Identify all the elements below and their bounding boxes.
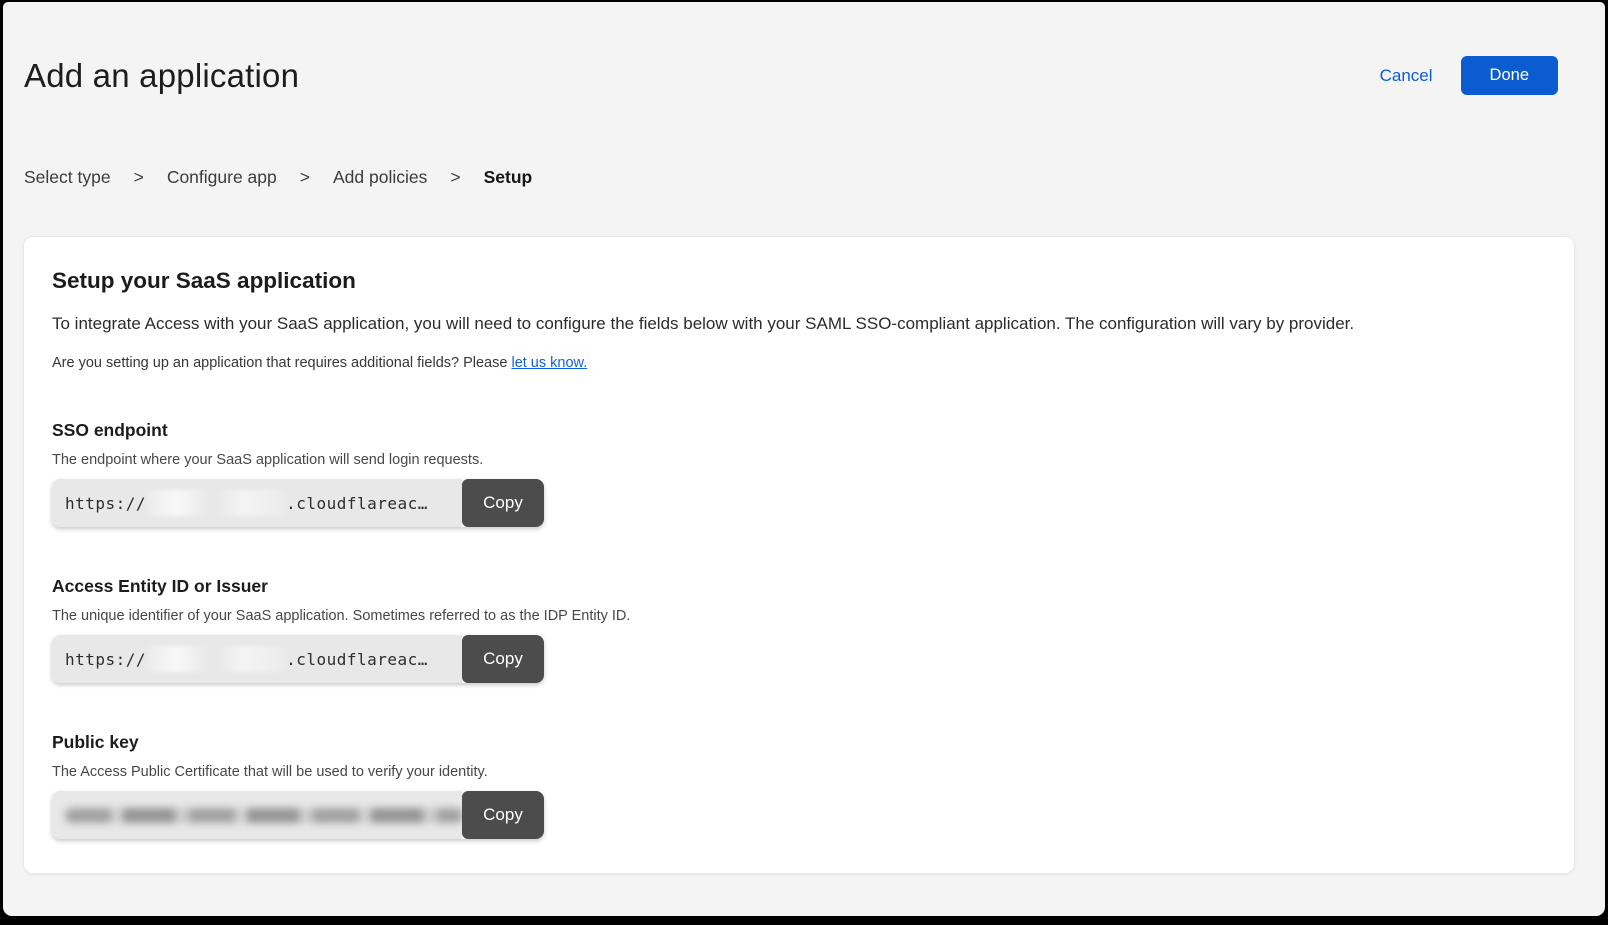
cancel-button[interactable]: Cancel xyxy=(1380,66,1433,86)
card-note: Are you setting up an application that r… xyxy=(52,355,1546,371)
note-text: Are you setting up an application that r… xyxy=(52,355,511,371)
breadcrumb: Select type > Configure app > Add polici… xyxy=(3,167,1605,188)
breadcrumb-step-select-type[interactable]: Select type xyxy=(24,167,111,188)
app-window: Add an application Cancel Done Select ty… xyxy=(3,2,1605,916)
url-prefix: https:// xyxy=(65,494,146,513)
section-description: The unique identifier of your SaaS appli… xyxy=(52,608,1546,624)
sso-endpoint-section: SSO endpoint The endpoint where your Saa… xyxy=(52,420,1546,527)
redacted-subdomain-blur xyxy=(147,646,285,672)
section-label: SSO endpoint xyxy=(52,420,1546,441)
setup-card: Setup your SaaS application To integrate… xyxy=(23,236,1575,874)
access-entity-id-section: Access Entity ID or Issuer The unique id… xyxy=(52,576,1546,683)
public-key-field-row: Copy xyxy=(52,791,544,839)
public-key-section: Public key The Access Public Certificate… xyxy=(52,732,1546,839)
breadcrumb-separator: > xyxy=(134,167,144,188)
let-us-know-link[interactable]: let us know. xyxy=(511,355,587,371)
breadcrumb-step-configure-app[interactable]: Configure app xyxy=(167,167,277,188)
url-suffix: .cloudflareac… xyxy=(286,650,428,669)
card-heading: Setup your SaaS application xyxy=(52,268,1546,294)
breadcrumb-separator: > xyxy=(450,167,460,188)
section-description: The Access Public Certificate that will … xyxy=(52,764,1546,780)
section-label: Public key xyxy=(52,732,1546,753)
breadcrumb-separator: > xyxy=(300,167,310,188)
redacted-public-key-blur xyxy=(65,808,462,823)
copy-button[interactable]: Copy xyxy=(462,635,544,683)
access-entity-id-field-row: https:// .cloudflareac… Copy xyxy=(52,635,544,683)
url-suffix: .cloudflareac… xyxy=(286,494,428,513)
sso-endpoint-field-row: https:// .cloudflareac… Copy xyxy=(52,479,544,527)
url-prefix: https:// xyxy=(65,650,146,669)
section-description: The endpoint where your SaaS application… xyxy=(52,452,1546,468)
breadcrumb-step-setup: Setup xyxy=(484,167,533,188)
section-label: Access Entity ID or Issuer xyxy=(52,576,1546,597)
redacted-subdomain-blur xyxy=(147,490,285,516)
public-key-value xyxy=(52,791,462,839)
card-intro: To integrate Access with your SaaS appli… xyxy=(52,314,1546,334)
sso-endpoint-value: https:// .cloudflareac… xyxy=(52,479,462,527)
page-header: Add an application Cancel Done xyxy=(3,2,1605,95)
page-title: Add an application xyxy=(24,57,299,95)
copy-button[interactable]: Copy xyxy=(462,479,544,527)
copy-button[interactable]: Copy xyxy=(462,791,544,839)
done-button[interactable]: Done xyxy=(1461,56,1558,95)
access-entity-id-value: https:// .cloudflareac… xyxy=(52,635,462,683)
breadcrumb-step-add-policies[interactable]: Add policies xyxy=(333,167,427,188)
header-actions: Cancel Done xyxy=(1380,56,1558,95)
